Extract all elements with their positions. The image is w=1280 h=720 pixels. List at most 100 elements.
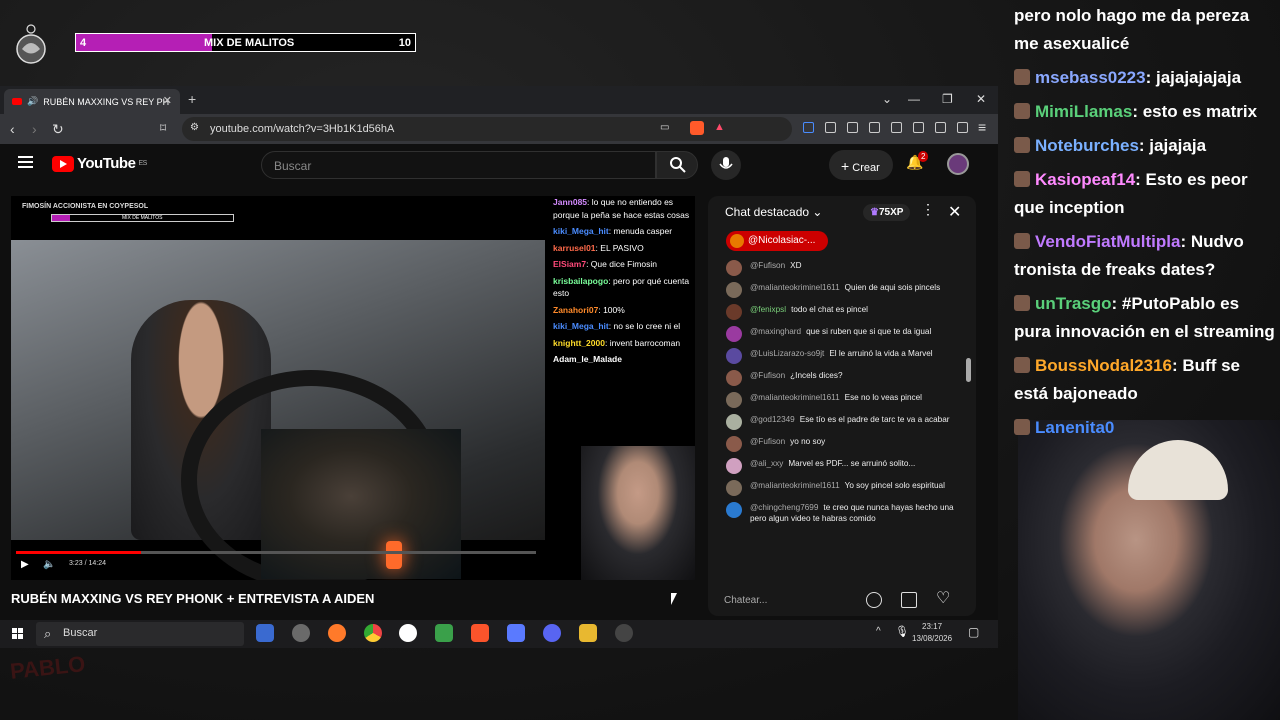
search-button[interactable] xyxy=(656,151,698,179)
forward-button[interactable]: › xyxy=(32,121,37,137)
tab-close-icon[interactable]: ✕ xyxy=(163,94,172,107)
close-chat-icon[interactable]: ✕ xyxy=(948,202,961,222)
app-icon[interactable] xyxy=(507,624,525,642)
chat-mode-dropdown[interactable]: Chat destacado ⌄ xyxy=(725,205,822,219)
chat-author[interactable]: @fenixpsl xyxy=(750,305,786,314)
screenshot-icon[interactable] xyxy=(913,122,924,133)
tab-list-icon[interactable]: ⌄ xyxy=(882,92,892,106)
chat-author[interactable]: @chingcheng7699 xyxy=(750,503,818,512)
obs-icon[interactable] xyxy=(615,624,633,642)
youtube-logo[interactable]: YouTube ES xyxy=(52,155,147,172)
close-window-button[interactable]: ✕ xyxy=(976,92,986,106)
clock[interactable]: 23:17 13/08/2026 xyxy=(912,621,952,645)
extensions-icon[interactable] xyxy=(825,122,836,133)
pinned-chip[interactable]: @Nicolasiac-... xyxy=(726,231,828,251)
chat-author[interactable]: @malianteokriminel1611 xyxy=(750,283,840,292)
bookmark-icon[interactable]: ⌑ xyxy=(160,121,166,135)
tray-chevron-icon[interactable]: ^ xyxy=(876,626,881,637)
chat-avatar[interactable] xyxy=(726,480,742,496)
chat-input[interactable]: Chatear... xyxy=(724,595,767,606)
vpn-icon[interactable] xyxy=(957,122,968,133)
chat-avatar[interactable] xyxy=(726,458,742,474)
video-player[interactable]: FIMOSÍN ACCIONISTA EN COYPESOL MIX DE MA… xyxy=(11,196,695,580)
chat-message[interactable]: @chingcheng7699 te creo que nunca hayas h… xyxy=(726,502,958,524)
player-icon[interactable] xyxy=(399,624,417,642)
chat-author[interactable]: @malianteokriminel1611 xyxy=(750,393,840,402)
maximize-button[interactable]: ❐ xyxy=(942,92,953,106)
chat-author[interactable]: @Fufison xyxy=(750,261,785,270)
chat-avatar[interactable] xyxy=(726,348,742,364)
new-tab-button[interactable]: + xyxy=(188,91,196,107)
chat-avatar[interactable] xyxy=(726,326,742,342)
chat-message[interactable]: @malianteokriminel1611 Yo soy pincel solo… xyxy=(726,480,958,496)
chat-author[interactable]: @maxinghard xyxy=(750,327,801,336)
address-field[interactable]: ⚙ youtube.com/watch?v=3Hb1K1d56hA ▭ ▲ xyxy=(182,117,792,141)
chat-avatar[interactable] xyxy=(726,260,742,276)
chat-author[interactable]: @Fufison xyxy=(750,371,785,380)
menu-icon[interactable]: ≡ xyxy=(978,119,986,135)
media-icon[interactable] xyxy=(869,122,880,133)
video-seek-bar[interactable] xyxy=(16,551,536,554)
chat-author[interactable]: @ali_xxy xyxy=(750,459,783,468)
voice-search-button[interactable] xyxy=(711,150,741,180)
chat-avatar[interactable] xyxy=(726,304,742,320)
xp-badge[interactable]: ♛75XP xyxy=(863,204,911,221)
search-input[interactable]: Buscar xyxy=(261,151,656,179)
minimize-button[interactable]: — xyxy=(908,92,920,106)
chat-scrollbar[interactable] xyxy=(966,358,971,382)
create-button[interactable]: + Crear xyxy=(829,150,893,180)
chat-avatar[interactable] xyxy=(726,282,742,298)
chat-message[interactable]: @ali_xxy Marvel es PDF... se arruinó soli… xyxy=(726,458,958,474)
chat-message[interactable]: @Fufison yo no soy xyxy=(726,436,958,452)
chrome-icon[interactable] xyxy=(364,624,382,642)
sidebar-icon[interactable] xyxy=(891,122,902,133)
folder-icon[interactable] xyxy=(579,624,597,642)
chat-message[interactable]: @maxinghard que si ruben que si que te da… xyxy=(726,326,958,342)
discord-icon[interactable] xyxy=(543,624,561,642)
chat-author[interactable]: @malianteokriminel1611 xyxy=(750,481,840,490)
leo-icon[interactable] xyxy=(935,122,946,133)
settings-icon[interactable] xyxy=(292,624,310,642)
chat-message[interactable]: @LuisLizarazo-so9jt El le arruinó la vida… xyxy=(726,348,958,364)
chat-message[interactable]: @Fufison ¿Incels dices? xyxy=(726,370,958,386)
extension-icon[interactable] xyxy=(803,122,814,133)
brave-shield-icon[interactable] xyxy=(690,121,704,135)
browser-window: 🔊 RUBÉN MAXXING VS REY PH ✕ + ⌄ — ❐ ✕ ‹ … xyxy=(0,86,998,620)
chat-message[interactable]: @fenixpsl todo el chat es pincel xyxy=(726,304,958,320)
volume-icon[interactable]: 🔈 xyxy=(43,559,55,570)
taskbar-search[interactable]: ⌕ Buscar xyxy=(36,622,244,646)
chat-avatar[interactable] xyxy=(726,392,742,408)
site-info-icon[interactable]: ⚙ xyxy=(190,122,199,133)
firefox-icon[interactable] xyxy=(328,624,346,642)
more-options-icon[interactable]: ⋮ xyxy=(921,201,935,218)
chat-message[interactable]: @Fufison XD xyxy=(726,260,958,276)
chat-avatar[interactable] xyxy=(726,370,742,386)
tab-youtube[interactable]: 🔊 RUBÉN MAXXING VS REY PH ✕ xyxy=(4,89,180,114)
mic-tray-icon[interactable]: 🎙 xyxy=(895,625,909,638)
reload-button[interactable]: ↻ xyxy=(52,121,64,138)
brave-icon[interactable] xyxy=(471,624,489,642)
brave-rewards-icon[interactable]: ▲ xyxy=(714,121,725,133)
xbox-icon[interactable] xyxy=(435,624,453,642)
chat-avatar[interactable] xyxy=(726,502,742,518)
store-icon[interactable] xyxy=(256,624,274,642)
chat-author[interactable]: @LuisLizarazo-so9jt xyxy=(750,349,824,358)
chat-avatar[interactable] xyxy=(726,414,742,430)
emoji-icon[interactable] xyxy=(866,592,882,608)
account-avatar[interactable] xyxy=(947,153,969,175)
chat-author[interactable]: @Fufison xyxy=(750,437,785,446)
back-button[interactable]: ‹ xyxy=(10,121,15,137)
windows-start-icon[interactable] xyxy=(12,628,23,639)
heart-icon[interactable]: ♡ xyxy=(936,588,952,607)
chat-message[interactable]: @malianteokriminel1611 Quien de aqui sois… xyxy=(726,282,958,298)
download-icon[interactable] xyxy=(847,122,858,133)
hamburger-menu-icon[interactable] xyxy=(18,156,33,168)
chat-author[interactable]: @god12349 xyxy=(750,415,795,424)
chat-message[interactable]: @god12349 Ese tío es el padre de tarc te … xyxy=(726,414,958,430)
chat-message[interactable]: @malianteokriminel1611 Ese no lo veas pin… xyxy=(726,392,958,408)
chat-avatar[interactable] xyxy=(726,436,742,452)
super-chat-icon[interactable] xyxy=(901,592,917,608)
play-icon[interactable]: ▶ xyxy=(21,559,29,570)
cast-icon[interactable]: ▭ xyxy=(660,122,669,133)
notifications-icon[interactable]: ▢ xyxy=(968,625,979,639)
